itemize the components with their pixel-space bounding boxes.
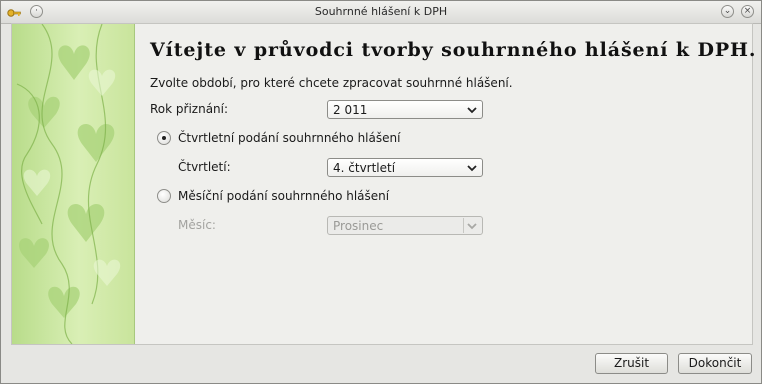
close-icon[interactable]: × [741, 5, 754, 18]
wizard-page: Vítejte v průvodci tvorby souhrnného hlá… [11, 23, 757, 345]
chevron-down-icon [467, 223, 477, 230]
quarter-select-value: 4. čtvrtletí [333, 161, 396, 175]
finish-button[interactable]: Dokončit [678, 353, 752, 374]
year-label: Rok přiznání: [150, 102, 229, 116]
monthly-radio[interactable] [157, 189, 171, 203]
month-select[interactable]: Prosinec [327, 216, 483, 235]
quarter-label: Čtvrtletí: [178, 160, 231, 174]
radio-selected-dot [162, 136, 166, 140]
page-title: Vítejte v průvodci tvorby souhrnného hlá… [150, 39, 757, 61]
minimize-icon[interactable]: ⌄ [721, 5, 734, 18]
chevron-down-icon [467, 165, 477, 172]
wizard-window: · Souhrnné hlášení k DPH ⌄ × Vítejte v p… [0, 0, 762, 384]
month-select-value: Prosinec [333, 219, 384, 233]
intro-text: Zvolte období, pro které chcete zpracova… [150, 76, 513, 90]
monthly-radio-label[interactable]: Měsíční podání souhrnného hlášení [178, 189, 389, 203]
cancel-button[interactable]: Zrušit [595, 353, 668, 374]
chevron-down-icon [467, 107, 477, 114]
year-select-value: 2 011 [333, 103, 368, 117]
select-divider [463, 218, 464, 233]
quarterly-radio-label[interactable]: Čtvrtletní podání souhrnného hlášení [178, 131, 400, 145]
title-bar[interactable]: · Souhrnné hlášení k DPH ⌄ × [1, 1, 761, 24]
window-title: Souhrnné hlášení k DPH [314, 5, 448, 18]
year-select[interactable]: 2 011 [327, 100, 483, 119]
month-label: Měsíc: [178, 218, 216, 232]
quarter-select[interactable]: 4. čtvrtletí [327, 158, 483, 177]
quarterly-radio[interactable] [157, 131, 171, 145]
side-decoration-image [12, 24, 135, 344]
